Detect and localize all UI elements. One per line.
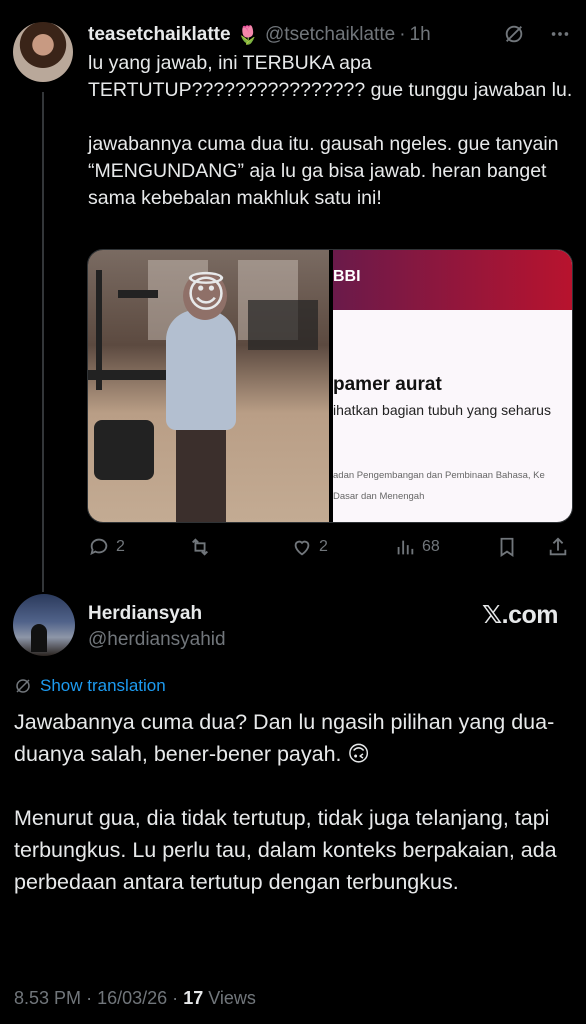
tweet-date[interactable]: 16/03/26	[97, 988, 167, 1008]
avatar[interactable]	[13, 594, 75, 656]
tweet-time[interactable]: 8.53 PM	[14, 988, 81, 1008]
retweet-button[interactable]	[189, 533, 217, 561]
tweet-text: lu yang jawab, ini TERBUKA apa TERTUTUP?…	[88, 52, 573, 209]
views-label[interactable]: Views	[208, 988, 256, 1008]
tweet-header: teasetchaiklatte 🌷 @tsetchaiklatte · 1h	[88, 22, 431, 48]
kbbi-word: pamer aurat	[333, 374, 442, 395]
like-button[interactable]: 2	[291, 533, 328, 561]
tweet-header-icons	[502, 22, 572, 46]
views-button[interactable]: 68	[394, 533, 440, 561]
retweet-icon	[192, 538, 208, 556]
bookmark-button[interactable]	[496, 533, 518, 561]
show-translation-link[interactable]: Show translation	[14, 676, 166, 696]
grok-icon	[16, 679, 30, 693]
reply-count: 2	[116, 538, 125, 555]
kbbi-footer: adan Pengembangan dan Pembinaan Bahasa, …	[333, 470, 545, 481]
kbbi-header-text: BBI	[333, 268, 361, 285]
avatar[interactable]	[13, 22, 73, 82]
grok-icon[interactable]	[502, 22, 526, 46]
halo-face-emoji: 😇	[186, 274, 226, 316]
reply-button[interactable]: 2	[88, 533, 125, 561]
tweet-time[interactable]: 1h	[410, 24, 431, 46]
show-translation-label[interactable]: Show translation	[40, 676, 166, 696]
author-name[interactable]: teasetchaiklatte	[88, 24, 231, 46]
share-icon	[549, 537, 567, 556]
separator-dot: ·	[399, 24, 406, 45]
tweet-media[interactable]: 😇 BBI pamer aurat ihatkan bagian tubuh y…	[87, 249, 573, 523]
views-count: 68	[422, 538, 440, 555]
like-count: 2	[319, 538, 328, 555]
author-handle[interactable]: @herdiansyahid	[88, 629, 226, 651]
thread-connector-line	[42, 92, 44, 592]
heart-icon	[294, 540, 310, 556]
views-count: 17	[183, 988, 204, 1008]
views-icon	[397, 540, 414, 555]
kbbi-screenshot[interactable]: BBI pamer aurat ihatkan bagian tubuh yan…	[333, 250, 572, 522]
reply-icon	[90, 538, 108, 556]
kbbi-header-bar: BBI	[333, 250, 572, 310]
bookmark-icon	[500, 537, 514, 557]
gym-machine	[88, 370, 168, 380]
tweet-actions: 2 2 68	[88, 533, 574, 561]
kbbi-definition: ihatkan bagian tubuh yang seharus	[333, 402, 551, 418]
x-logo-watermark: 𝕏.com	[482, 601, 559, 629]
gym-bench	[94, 420, 154, 480]
tweet-meta: 8.53 PM · 16/03/26 · 17 Views	[14, 988, 256, 1009]
separator-dot: ·	[172, 988, 179, 1008]
more-options-icon[interactable]	[548, 22, 572, 46]
tweet-text: Jawabannya cuma dua? Dan lu ngasih pilih…	[14, 710, 557, 894]
gym-machine	[118, 290, 158, 298]
person-body	[166, 310, 236, 430]
separator-dot: ·	[86, 988, 93, 1008]
kbbi-footer: Dasar dan Menengah	[333, 491, 425, 502]
avatar-silhouette	[31, 624, 47, 652]
tulip-emoji: 🌷	[236, 24, 259, 45]
share-button[interactable]	[547, 533, 569, 561]
author-name[interactable]: Herdiansyah	[88, 603, 202, 625]
gym-machine	[248, 300, 318, 350]
author-handle[interactable]: @tsetchaiklatte	[265, 24, 395, 46]
gym-photo[interactable]: 😇	[88, 250, 329, 522]
person-legs	[176, 420, 226, 522]
